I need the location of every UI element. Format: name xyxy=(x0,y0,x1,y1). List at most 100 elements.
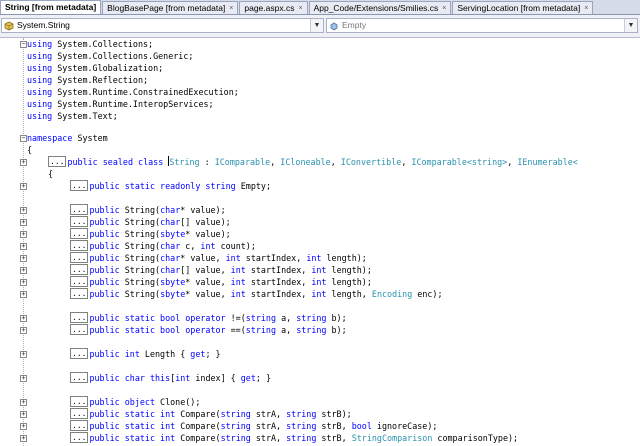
code-line: ... public String(char[] value, int start… xyxy=(0,264,640,276)
close-icon[interactable]: × xyxy=(584,2,588,15)
keyword: int xyxy=(230,289,246,299)
keyword: int xyxy=(200,241,216,251)
keyword: string xyxy=(245,313,277,323)
code-line: using System.Runtime.InteropServices; xyxy=(0,98,640,110)
member-text: startIndex, xyxy=(245,289,312,299)
chevron-down-icon[interactable]: ▼ xyxy=(310,19,323,32)
code-editor[interactable]: − using System.Collections; using System… xyxy=(0,38,640,446)
chevron-down-icon[interactable]: ▼ xyxy=(624,19,637,32)
member-text: index] { xyxy=(190,373,241,383)
member-text: String( xyxy=(124,229,161,239)
keyword: int xyxy=(230,277,246,287)
member-text: length); xyxy=(321,253,367,263)
collapsed-region[interactable]: ... xyxy=(48,156,67,167)
tab-servinglocation-metadata[interactable]: ServingLocation [from metadata] × xyxy=(452,1,594,15)
close-icon[interactable]: × xyxy=(298,2,302,15)
using-namespace: System.Text; xyxy=(57,111,118,121)
code-line: ... public String(char[] value); xyxy=(0,216,640,228)
code-line: ... public sealed class String : ICompara… xyxy=(48,156,578,167)
member-text: b); xyxy=(326,325,347,335)
close-icon[interactable]: × xyxy=(442,2,446,15)
member-text: startIndex, xyxy=(240,253,307,263)
type-dropdown[interactable]: System.String ▼ xyxy=(1,18,324,33)
keyword: public xyxy=(89,277,120,287)
member-text: b); xyxy=(326,313,347,323)
keyword: string xyxy=(245,325,277,335)
keyword: get xyxy=(190,349,206,359)
code-line: ... public String(char* value, int startI… xyxy=(0,252,640,264)
keyword: int xyxy=(311,277,327,287)
keyword: using xyxy=(27,39,53,49)
keyword: int xyxy=(230,265,246,275)
keyword: namespace xyxy=(27,133,73,143)
collapsed-region[interactable]: ... xyxy=(70,264,89,275)
collapsed-region[interactable]: ... xyxy=(70,228,89,239)
collapsed-region[interactable]: ... xyxy=(70,408,89,419)
collapsed-region[interactable]: ... xyxy=(70,420,89,431)
code-line: ... public int Length { get; } xyxy=(0,348,640,360)
code-line: ... public String(sbyte* value, int start… xyxy=(0,288,640,300)
collapsed-region[interactable]: ... xyxy=(70,204,89,215)
collapsed-region[interactable]: ... xyxy=(70,216,89,227)
collapsed-region[interactable]: ... xyxy=(70,432,89,443)
tab-page-aspx-cs[interactable]: page.aspx.cs × xyxy=(239,1,308,15)
tab-label: BlogBasePage [from metadata] xyxy=(107,2,226,13)
code-line: ... public String(sbyte* value, int start… xyxy=(0,276,640,288)
keyword: sbyte xyxy=(160,289,186,299)
collapsed-region[interactable]: ... xyxy=(70,396,89,407)
keyword: string xyxy=(296,313,327,323)
collapsed-region[interactable]: ... xyxy=(70,372,89,383)
member-text: * value, xyxy=(185,289,231,299)
code-line: ... public String(char c, int count); xyxy=(0,240,640,252)
member-text: Compare( xyxy=(175,433,221,443)
keyword: int xyxy=(311,265,327,275)
member-text: Clone(); xyxy=(155,397,201,407)
close-icon[interactable]: × xyxy=(229,2,233,15)
collapsed-region[interactable]: ... xyxy=(70,288,89,299)
collapsed-region[interactable]: ... xyxy=(70,240,89,251)
keyword: using xyxy=(27,75,53,85)
using-namespace: System.Collections.Generic; xyxy=(57,51,194,61)
tab-label: page.aspx.cs xyxy=(244,2,295,13)
member-text: strA, xyxy=(250,409,287,419)
tab-blogbasepage-metadata[interactable]: BlogBasePage [from metadata] × xyxy=(102,1,239,15)
navigation-bar: System.String ▼ Empty ▼ xyxy=(0,15,640,38)
using-namespace: System.Reflection; xyxy=(57,75,149,85)
tab-string-metadata[interactable]: String [from metadata] xyxy=(0,0,102,14)
code-line: ... public object Clone(); xyxy=(0,396,640,408)
collapsed-region[interactable]: ... xyxy=(70,348,89,359)
code-line: using System.Collections; xyxy=(0,38,640,50)
keyword: public static int xyxy=(89,433,176,443)
base-type: IEnumerable< xyxy=(517,157,578,167)
keyword: char xyxy=(160,241,181,251)
code-line: using System.Text; xyxy=(0,110,640,122)
member-dropdown[interactable]: Empty ▼ xyxy=(326,18,638,33)
collapsed-region[interactable]: ... xyxy=(70,252,89,263)
keyword: public object xyxy=(89,397,156,407)
member-text: !=( xyxy=(225,313,246,323)
member-text: ==( xyxy=(225,325,246,335)
keyword: using xyxy=(27,111,53,121)
member-text: String( xyxy=(124,205,161,215)
keyword: public static int xyxy=(89,421,176,431)
collapsed-region[interactable]: ... xyxy=(70,324,89,335)
base-type: IComparable xyxy=(214,157,271,167)
document-tab-strip: String [from metadata] BlogBasePage [fro… xyxy=(0,0,640,15)
keyword: public xyxy=(89,253,120,263)
member-text: strA, xyxy=(250,433,287,443)
code-line: using System.Collections.Generic; xyxy=(0,50,640,62)
collapsed-region[interactable]: ... xyxy=(70,180,89,191)
keyword: string xyxy=(296,325,327,335)
collapsed-region[interactable]: ... xyxy=(70,276,89,287)
member-text: Length { xyxy=(139,349,191,359)
collapsed-region[interactable]: ... xyxy=(70,312,89,323)
keyword: public static bool operator xyxy=(89,325,226,335)
using-namespace: System.Globalization; xyxy=(57,63,164,73)
keyword: using xyxy=(27,87,53,97)
type-dropdown-value: System.String xyxy=(17,20,70,30)
code-line: using System.Reflection; xyxy=(0,74,640,86)
code-line: ... public char this[int index] { get; } xyxy=(0,372,640,384)
tab-smilies-cs[interactable]: App_Code/Extensions/Smilies.cs × xyxy=(308,1,452,15)
member-text: String( xyxy=(124,289,161,299)
tab-label: App_Code/Extensions/Smilies.cs xyxy=(313,2,439,13)
